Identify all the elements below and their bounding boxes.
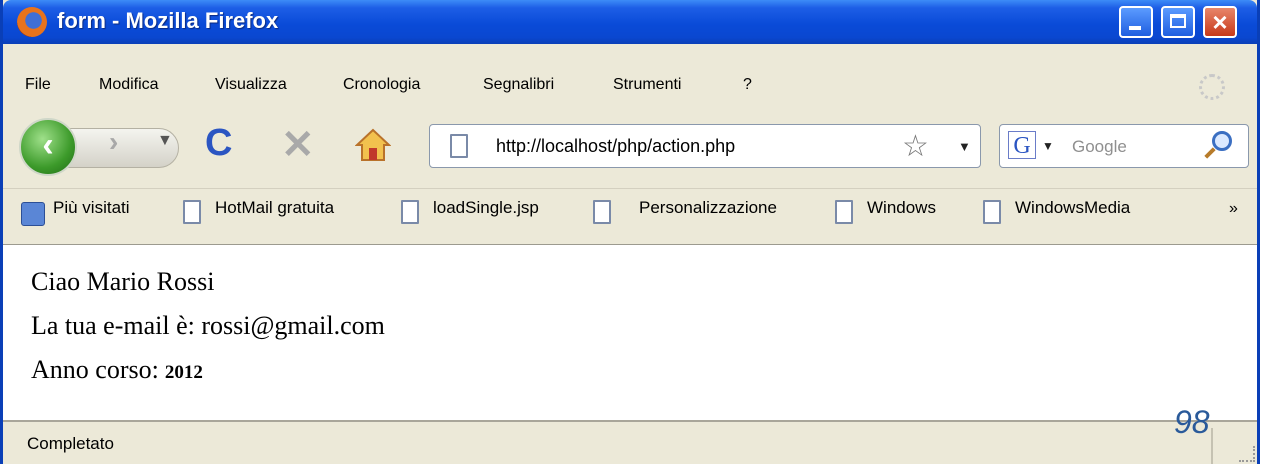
url-input[interactable]: http://localhost/php/action.php: [496, 136, 735, 157]
bookmark-page-icon: [835, 200, 853, 224]
bookmarks-overflow-button[interactable]: »: [1229, 200, 1238, 218]
year-label: Anno corso:: [31, 355, 159, 384]
bookmark-page-icon: [983, 200, 1001, 224]
email-text: La tua e-mail è: rossi@gmail.com: [31, 311, 385, 340]
stop-icon[interactable]: ✕: [281, 122, 315, 168]
menu-strumenti[interactable]: Strumenti: [613, 76, 681, 94]
bookmark-piu-visitati[interactable]: Più visitati: [53, 198, 130, 218]
back-arrow-icon: ‹: [42, 126, 54, 164]
maximize-icon: [1170, 14, 1186, 28]
search-input[interactable]: Google: [1072, 137, 1127, 157]
status-bar: Completato: [3, 420, 1257, 464]
close-button[interactable]: ×: [1203, 6, 1237, 38]
search-box[interactable]: G ▼ Google: [999, 124, 1249, 168]
year-value: 2012: [164, 362, 203, 383]
menu-help[interactable]: ?: [743, 76, 752, 94]
bookmark-windowsmedia[interactable]: WindowsMedia: [1015, 198, 1130, 218]
search-icon[interactable]: [1212, 131, 1232, 151]
menu-visualizza[interactable]: Visualizza: [215, 76, 287, 94]
page-content: Ciao Mario Rossi La tua e-mail è: rossi@…: [3, 244, 1257, 421]
menu-segnalibri[interactable]: Segnalibri: [483, 76, 554, 94]
google-engine-icon[interactable]: G: [1008, 131, 1036, 159]
reload-icon[interactable]: C: [205, 122, 232, 165]
url-bar[interactable]: http://localhost/php/action.php ☆ ▼: [429, 124, 981, 168]
bookmark-loadsingle[interactable]: loadSingle.jsp: [433, 198, 539, 218]
menu-file[interactable]: File: [25, 76, 51, 94]
url-dropdown-icon[interactable]: ▼: [958, 139, 971, 154]
menu-bar: File Modifica Visualizza Cronologia Segn…: [3, 68, 1257, 104]
minimize-button[interactable]: [1119, 6, 1153, 38]
bookmark-windows[interactable]: Windows: [867, 198, 936, 218]
title-bar[interactable]: form - Mozilla Firefox ×: [3, 0, 1257, 44]
bookmark-page-icon: [593, 200, 611, 224]
browser-window: form - Mozilla Firefox × File Modifica V…: [0, 0, 1260, 464]
bookmark-page-icon: [401, 200, 419, 224]
firefox-logo-icon: [17, 7, 47, 37]
menu-cronologia[interactable]: Cronologia: [343, 76, 420, 94]
status-text: Completato: [27, 434, 114, 453]
maximize-button[interactable]: [1161, 6, 1195, 38]
year-line: Anno corso: 2012: [31, 355, 203, 385]
search-icon-handle: [1204, 147, 1216, 159]
bookmark-star-icon[interactable]: ☆: [902, 129, 929, 164]
status-divider: [1211, 428, 1213, 464]
close-icon: ×: [1212, 7, 1228, 37]
engine-dropdown-icon[interactable]: ▼: [1042, 139, 1054, 153]
window-title: form - Mozilla Firefox: [57, 8, 279, 33]
throbber-icon: [1199, 74, 1225, 100]
resize-grip-icon[interactable]: [1239, 446, 1255, 462]
history-dropdown-icon[interactable]: ▼: [157, 132, 173, 150]
greeting-text: Ciao Mario Rossi: [31, 267, 215, 296]
menu-modifica[interactable]: Modifica: [99, 76, 159, 94]
slide-number: 98: [1174, 404, 1210, 440]
bookmark-personalizzazione[interactable]: Personalizzazione: [639, 198, 777, 218]
minimize-icon: [1129, 26, 1141, 30]
back-button[interactable]: ‹: [19, 118, 77, 176]
bookmark-page-icon: [183, 200, 201, 224]
page-icon: [450, 134, 468, 158]
most-visited-icon: [21, 202, 45, 226]
home-icon[interactable]: [355, 128, 391, 162]
forward-arrow-icon: ›: [109, 126, 119, 157]
bookmark-hotmail[interactable]: HotMail gratuita: [215, 198, 334, 218]
